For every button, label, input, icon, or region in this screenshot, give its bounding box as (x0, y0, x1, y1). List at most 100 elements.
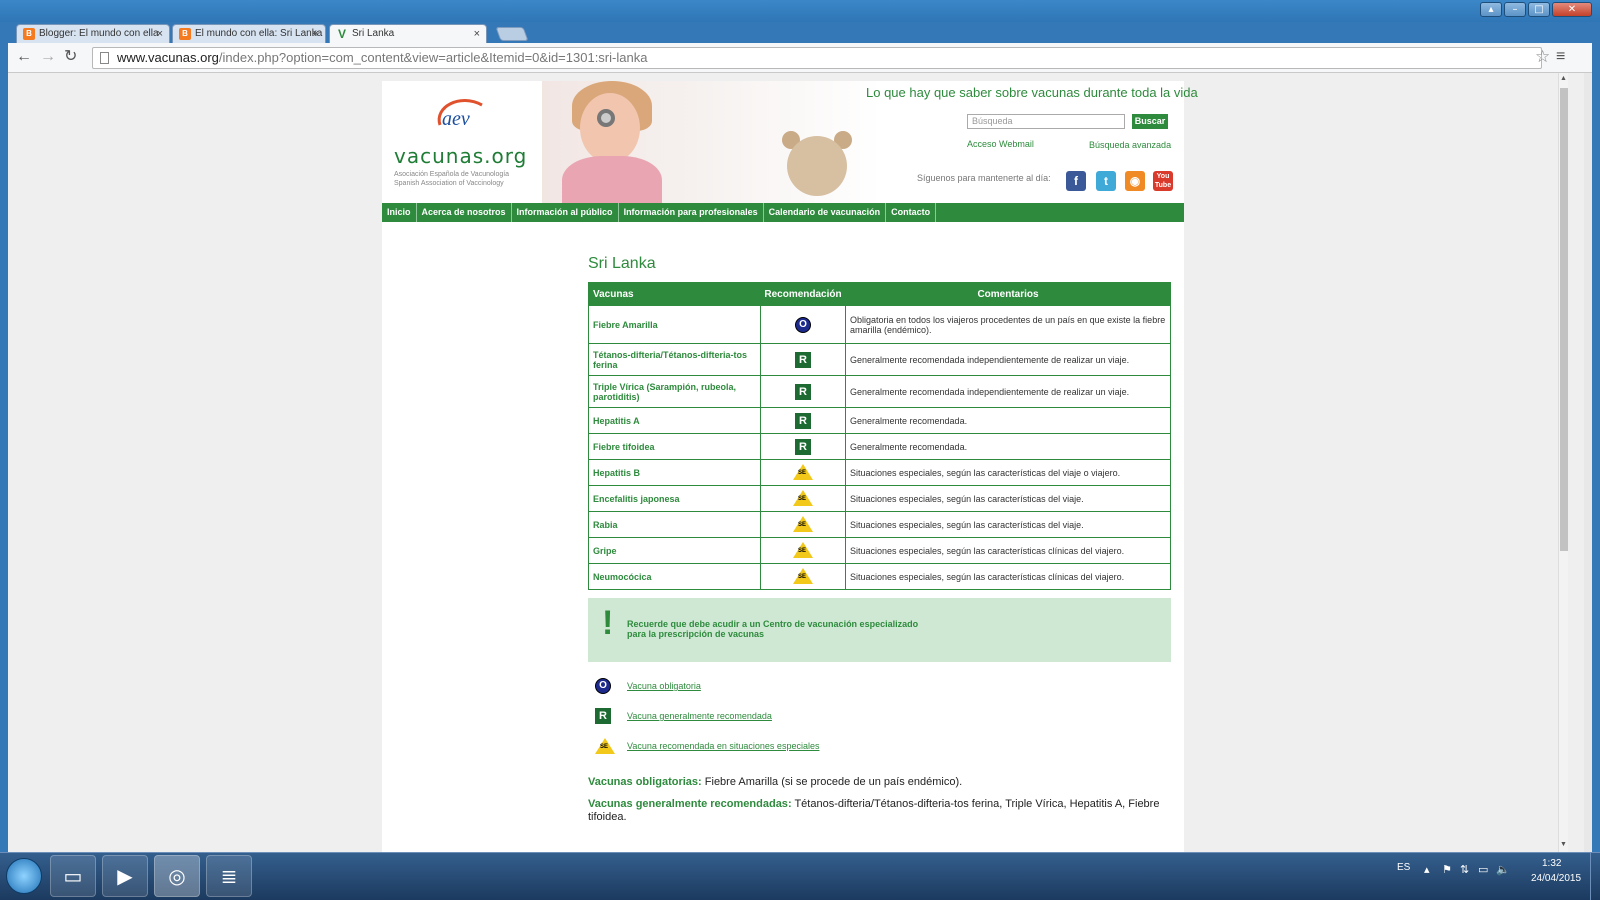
recommended-badge-icon: R (795, 383, 811, 400)
vaccine-name-cell[interactable]: Gripe (588, 537, 761, 564)
clock-date[interactable]: 24/04/2015 (1531, 873, 1581, 884)
menu-icon[interactable]: ≡ (1556, 48, 1565, 66)
volume-icon[interactable]: 🔈 (1496, 863, 1510, 876)
rss-icon[interactable]: ◉ (1125, 171, 1145, 191)
forward-arrow-icon[interactable]: → (40, 49, 56, 65)
window-titlebar: ▴ – □ ✕ (0, 0, 1600, 22)
special-situations-warning-icon: SE (595, 738, 615, 754)
clock-time[interactable]: 1:32 (1542, 858, 1561, 869)
comment-cell: Generalmente recomendada independienteme… (845, 343, 1171, 376)
main-nav: Inicio Acerca de nosotros Información al… (382, 203, 1184, 222)
chrome-icon[interactable]: ◎ (154, 855, 200, 897)
scroll-down-arrow-icon[interactable]: ▼ (1560, 841, 1567, 848)
vaccine-name-cell[interactable]: Neumocócica (588, 563, 761, 590)
advanced-search-link[interactable]: Búsqueda avanzada (1089, 140, 1171, 150)
network-icon[interactable]: ⇅ (1460, 863, 1469, 876)
window-border-right (1592, 22, 1600, 852)
nav-item-inicio[interactable]: Inicio (382, 203, 417, 222)
nav-item-acerca[interactable]: Acerca de nosotros (417, 203, 512, 222)
special-badge-label: SE (798, 469, 807, 476)
vaccine-name-cell[interactable]: Triple Vírica (Sarampión, rubeola, parot… (588, 375, 761, 408)
webmail-link[interactable]: Acceso Webmail (967, 139, 1034, 149)
legend-item-obligatoria: O Vacuna obligatoria (588, 672, 1171, 702)
user-icon[interactable]: ▴ (1480, 2, 1502, 17)
start-button[interactable] (6, 858, 42, 894)
scroll-up-arrow-icon[interactable]: ▲ (1560, 75, 1567, 82)
reload-icon[interactable]: ↻ (64, 49, 77, 65)
address-bar[interactable]: www.vacunas.org/index.php?option=com_con… (92, 47, 1542, 69)
blogger-icon: B (23, 28, 35, 40)
mandatory-badge-icon: O (795, 316, 811, 333)
file-explorer-icon[interactable]: ▭ (50, 855, 96, 897)
windows-taskbar: ▭ ▶ ◎ ≣ ES ▴ ⚑ ⇅ ▭ 🔈 1:32 24/04/2015 (0, 852, 1600, 900)
legend-link-recomendada[interactable]: Vacuna generalmente recomendada (627, 711, 772, 721)
recommendation-cell: SE (760, 485, 846, 512)
twitter-icon[interactable]: t (1096, 171, 1116, 191)
recommendation-cell: O (760, 305, 846, 344)
maximize-button[interactable]: □ (1528, 2, 1550, 17)
browser-tab-1[interactable]: B Blogger: El mundo con ella × (16, 24, 170, 44)
vaccine-name-cell[interactable]: Fiebre Amarilla (588, 305, 761, 344)
facebook-icon[interactable]: f (1066, 171, 1086, 191)
minimize-button[interactable]: – (1504, 2, 1526, 17)
document-editor-icon[interactable]: ≣ (206, 855, 252, 897)
tab-label: Sri Lanka (352, 28, 395, 39)
tab-close-icon[interactable]: × (313, 25, 319, 43)
new-tab-button[interactable] (495, 27, 529, 41)
vaccine-name-cell[interactable]: Encefalitis japonesa (588, 485, 761, 512)
vaccine-name-cell[interactable]: Tétanos-difteria/Tétanos-difteria-tos fe… (588, 343, 761, 376)
window-border-left (0, 22, 8, 852)
special-situations-warning-icon: SE (793, 567, 813, 584)
recommended-badge-icon: R (795, 351, 811, 368)
special-situations-warning-icon: SE (793, 463, 813, 480)
media-player-icon[interactable]: ▶ (102, 855, 148, 897)
language-indicator[interactable]: ES (1397, 862, 1410, 873)
show-desktop-button[interactable] (1590, 853, 1600, 900)
display-icon[interactable]: ▭ (1478, 863, 1488, 876)
tab-close-icon[interactable]: × (474, 25, 480, 43)
legend-item-especiales: SE Vacuna recomendada en situaciones esp… (588, 732, 1171, 762)
summary-mandatory-text: Fiebre Amarilla (si se procede de un paí… (701, 776, 963, 788)
legend-link-especiales[interactable]: Vacuna recomendada en situaciones especi… (627, 741, 819, 751)
vaccine-table: Vacunas Recomendación Comentarios Fiebre… (588, 282, 1171, 590)
recommendation-cell: R (760, 375, 846, 408)
vaccine-name-cell[interactable]: Rabia (588, 511, 761, 538)
scrollbar-thumb[interactable] (1560, 88, 1568, 551)
action-center-flag-icon[interactable]: ⚑ (1442, 863, 1452, 876)
comment-cell: Obligatoria en todos los viajeros proced… (845, 305, 1171, 344)
search-button[interactable]: Buscar (1132, 114, 1168, 129)
legend-link-obligatoria[interactable]: Vacuna obligatoria (627, 681, 701, 691)
recommended-badge-icon: R (795, 412, 811, 429)
tab-close-icon[interactable]: × (157, 25, 163, 43)
legend-item-recomendada: R Vacuna generalmente recomendada (588, 702, 1171, 732)
table-row: Triple Vírica (Sarampión, rubeola, parot… (588, 375, 1171, 408)
vaccine-name-cell[interactable]: Fiebre tifoidea (588, 433, 761, 460)
vaccine-name-cell[interactable]: Hepatitis A (588, 407, 761, 434)
notice-text: Recuerde que debe acudir a un Centro de … (627, 619, 918, 639)
close-window-button[interactable]: ✕ (1552, 2, 1592, 17)
page-icon (100, 52, 109, 64)
summary-recommended-label: Vacunas generalmente recomendadas (588, 798, 788, 810)
browser-tab-2[interactable]: B El mundo con ella: Sri Lanka × (172, 24, 326, 44)
youtube-icon[interactable]: You Tube (1153, 171, 1173, 191)
page-scrollbar[interactable]: ▲ ▼ (1558, 73, 1568, 852)
table-row: Fiebre Amarilla O Obligatoria en todos los… (588, 305, 1171, 344)
search-input[interactable]: Búsqueda (967, 114, 1125, 129)
nav-item-profesionales[interactable]: Información para profesionales (619, 203, 764, 222)
nav-item-contacto[interactable]: Contacto (886, 203, 937, 222)
bookmark-star-icon[interactable]: ☆ (1535, 47, 1550, 67)
recommendation-cell: R (760, 343, 846, 376)
browser-tab-active[interactable]: V Sri Lanka × (329, 24, 487, 45)
tray-expand-icon[interactable]: ▴ (1424, 863, 1430, 876)
hero-image (542, 81, 882, 203)
vaccine-name-cell[interactable]: Hepatitis B (588, 459, 761, 486)
nav-item-publico[interactable]: Información al público (512, 203, 619, 222)
url-path: /index.php?option=com_content&view=artic… (218, 50, 648, 65)
nav-item-calendario[interactable]: Calendario de vacunación (764, 203, 887, 222)
table-header-row: Vacunas Recomendación Comentarios (588, 282, 1171, 306)
logo-text[interactable]: vacunas.org (394, 144, 527, 168)
girl-body-shape (562, 156, 662, 203)
comment-cell: Generalmente recomendada. (845, 433, 1171, 460)
special-badge-label: SE (798, 547, 807, 554)
back-arrow-icon[interactable]: ← (16, 49, 32, 65)
